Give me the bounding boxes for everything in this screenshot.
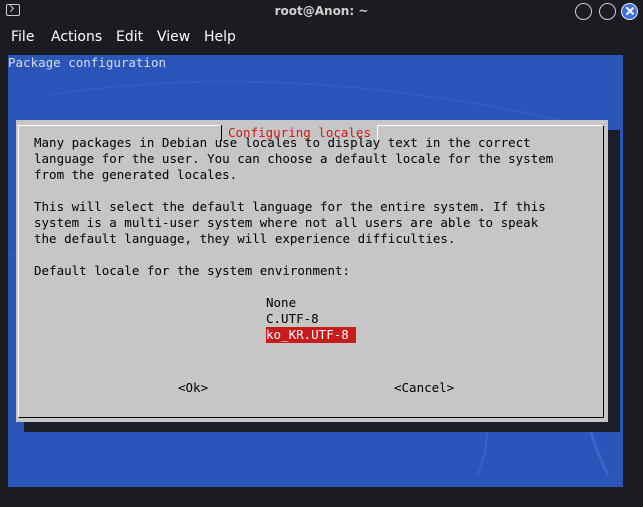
description-line: from the generated locales. <box>34 167 238 182</box>
terminal-scrollbar-track[interactable] <box>623 55 635 487</box>
cancel-button[interactable]: <Cancel> <box>394 380 454 396</box>
description-line: system is a multi-user system where not … <box>34 215 539 230</box>
description-line: This will select the default language fo… <box>34 199 546 214</box>
menu-help[interactable]: Help <box>204 29 236 45</box>
menu-actions[interactable]: Actions <box>51 29 102 45</box>
locale-prompt: Default locale for the system environmen… <box>34 263 351 278</box>
close-button[interactable] <box>621 3 638 20</box>
locale-option-ko-kr-utf8-selected[interactable]: ko_KR.UTF-8 <box>266 327 356 343</box>
terminal-area[interactable]: Package configuration Configuring locale… <box>8 55 623 487</box>
description-line: the default language, they will experien… <box>34 231 456 246</box>
menu-bar: File Actions Edit View Help <box>0 24 643 52</box>
menu-file[interactable]: File <box>11 29 34 45</box>
maximize-button[interactable] <box>599 3 616 20</box>
package-configuration-header: Package configuration <box>8 55 167 70</box>
locale-option-c-utf8[interactable]: C.UTF-8 <box>266 311 319 327</box>
locale-option-none[interactable]: None <box>266 295 296 311</box>
description-line: Many packages in Debian use locales to d… <box>34 135 531 150</box>
dialog-frame: Configuring locales Many packages in Deb… <box>18 125 604 418</box>
window-title: root@Anon: ~ <box>274 4 369 18</box>
ok-button[interactable]: <Ok> <box>178 380 208 396</box>
description-line: language for the user. You can choose a … <box>34 151 554 166</box>
locale-dialog: Configuring locales Many packages in Deb… <box>16 120 608 422</box>
minimize-button[interactable] <box>575 3 592 20</box>
menu-edit[interactable]: Edit <box>116 29 143 45</box>
menu-view[interactable]: View <box>157 29 190 45</box>
window-title-bar: root@Anon: ~ <box>0 0 643 24</box>
